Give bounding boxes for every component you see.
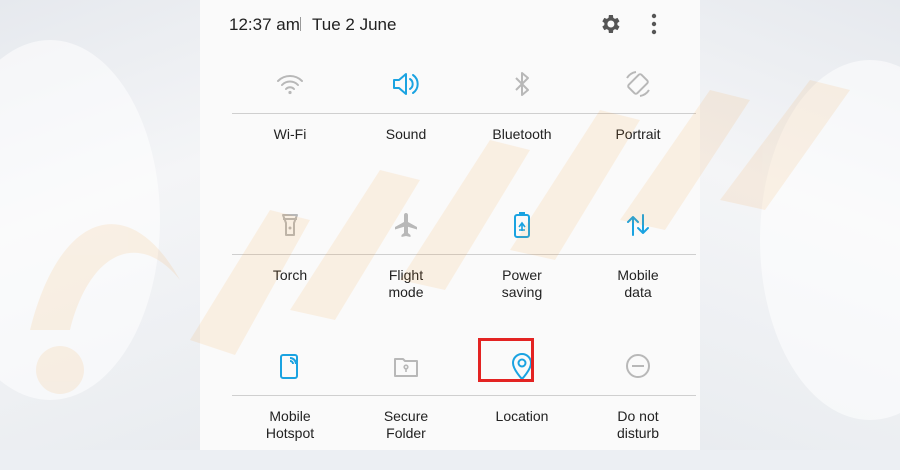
tile-label: Flight mode [388,267,424,300]
gear-icon[interactable] [598,12,622,36]
tile-divider [232,254,348,255]
tile-wifi[interactable]: Wi-Fi [232,58,348,188]
location-highlight-box [478,338,534,382]
do-not-disturb-icon [618,346,658,386]
tile-do-not-disturb[interactable]: Do not disturb [580,340,696,470]
tile-divider [580,113,696,114]
tile-divider [580,254,696,255]
tile-divider [232,395,348,396]
portrait-icon [618,64,658,104]
sound-icon [386,64,426,104]
tile-divider [348,395,464,396]
tile-label: Torch [272,267,308,283]
tile-mobile-data[interactable]: Mobile data [580,199,696,329]
tile-label: Portrait [615,126,661,142]
power-saving-icon [502,205,542,245]
tile-label: Mobile Hotspot [265,408,315,441]
tile-divider [464,395,580,396]
status-bar: 12:37 am Tue 2 June [200,0,700,48]
tile-divider [464,113,580,114]
tile-divider [348,113,464,114]
tile-sound[interactable]: Sound [348,58,464,188]
tile-torch[interactable]: Torch [232,199,348,329]
tile-divider [464,254,580,255]
tile-divider [348,254,464,255]
tile-divider [580,395,696,396]
tile-label: Wi-Fi [273,126,307,142]
tile-power-saving[interactable]: Power saving [464,199,580,329]
tile-label: Location [495,408,549,424]
torch-icon [270,205,310,245]
tile-label: Power saving [501,267,543,300]
tile-mobile-hotspot[interactable]: Mobile Hotspot [232,340,348,470]
tile-divider [232,113,348,114]
tile-portrait[interactable]: Portrait [580,58,696,188]
tile-bluetooth[interactable]: Bluetooth [464,58,580,188]
flight-mode-icon [386,205,426,245]
wifi-icon [270,64,310,104]
tile-label: Mobile data [617,267,659,300]
mobile-hotspot-icon [270,346,310,386]
clock-time: 12:37 am [229,15,300,34]
tile-label: Sound [385,126,427,142]
mobile-data-icon [618,205,658,245]
more-options-icon[interactable] [646,12,662,36]
separator [300,17,301,31]
bluetooth-icon [502,64,542,104]
background-right [700,0,900,450]
secure-folder-icon [386,346,426,386]
tile-label: Do not disturb [616,408,660,441]
tile-label: Bluetooth [492,126,552,142]
date-label: Tue 2 June [312,15,397,34]
tile-secure-folder[interactable]: Secure Folder [348,340,464,470]
quick-settings-panel: 12:37 am Tue 2 June Wi-Fi Sound Bluetooth P… [200,0,700,450]
tile-label: Secure Folder [383,408,429,441]
tile-flight-mode[interactable]: Flight mode [348,199,464,329]
background-left [0,0,200,450]
